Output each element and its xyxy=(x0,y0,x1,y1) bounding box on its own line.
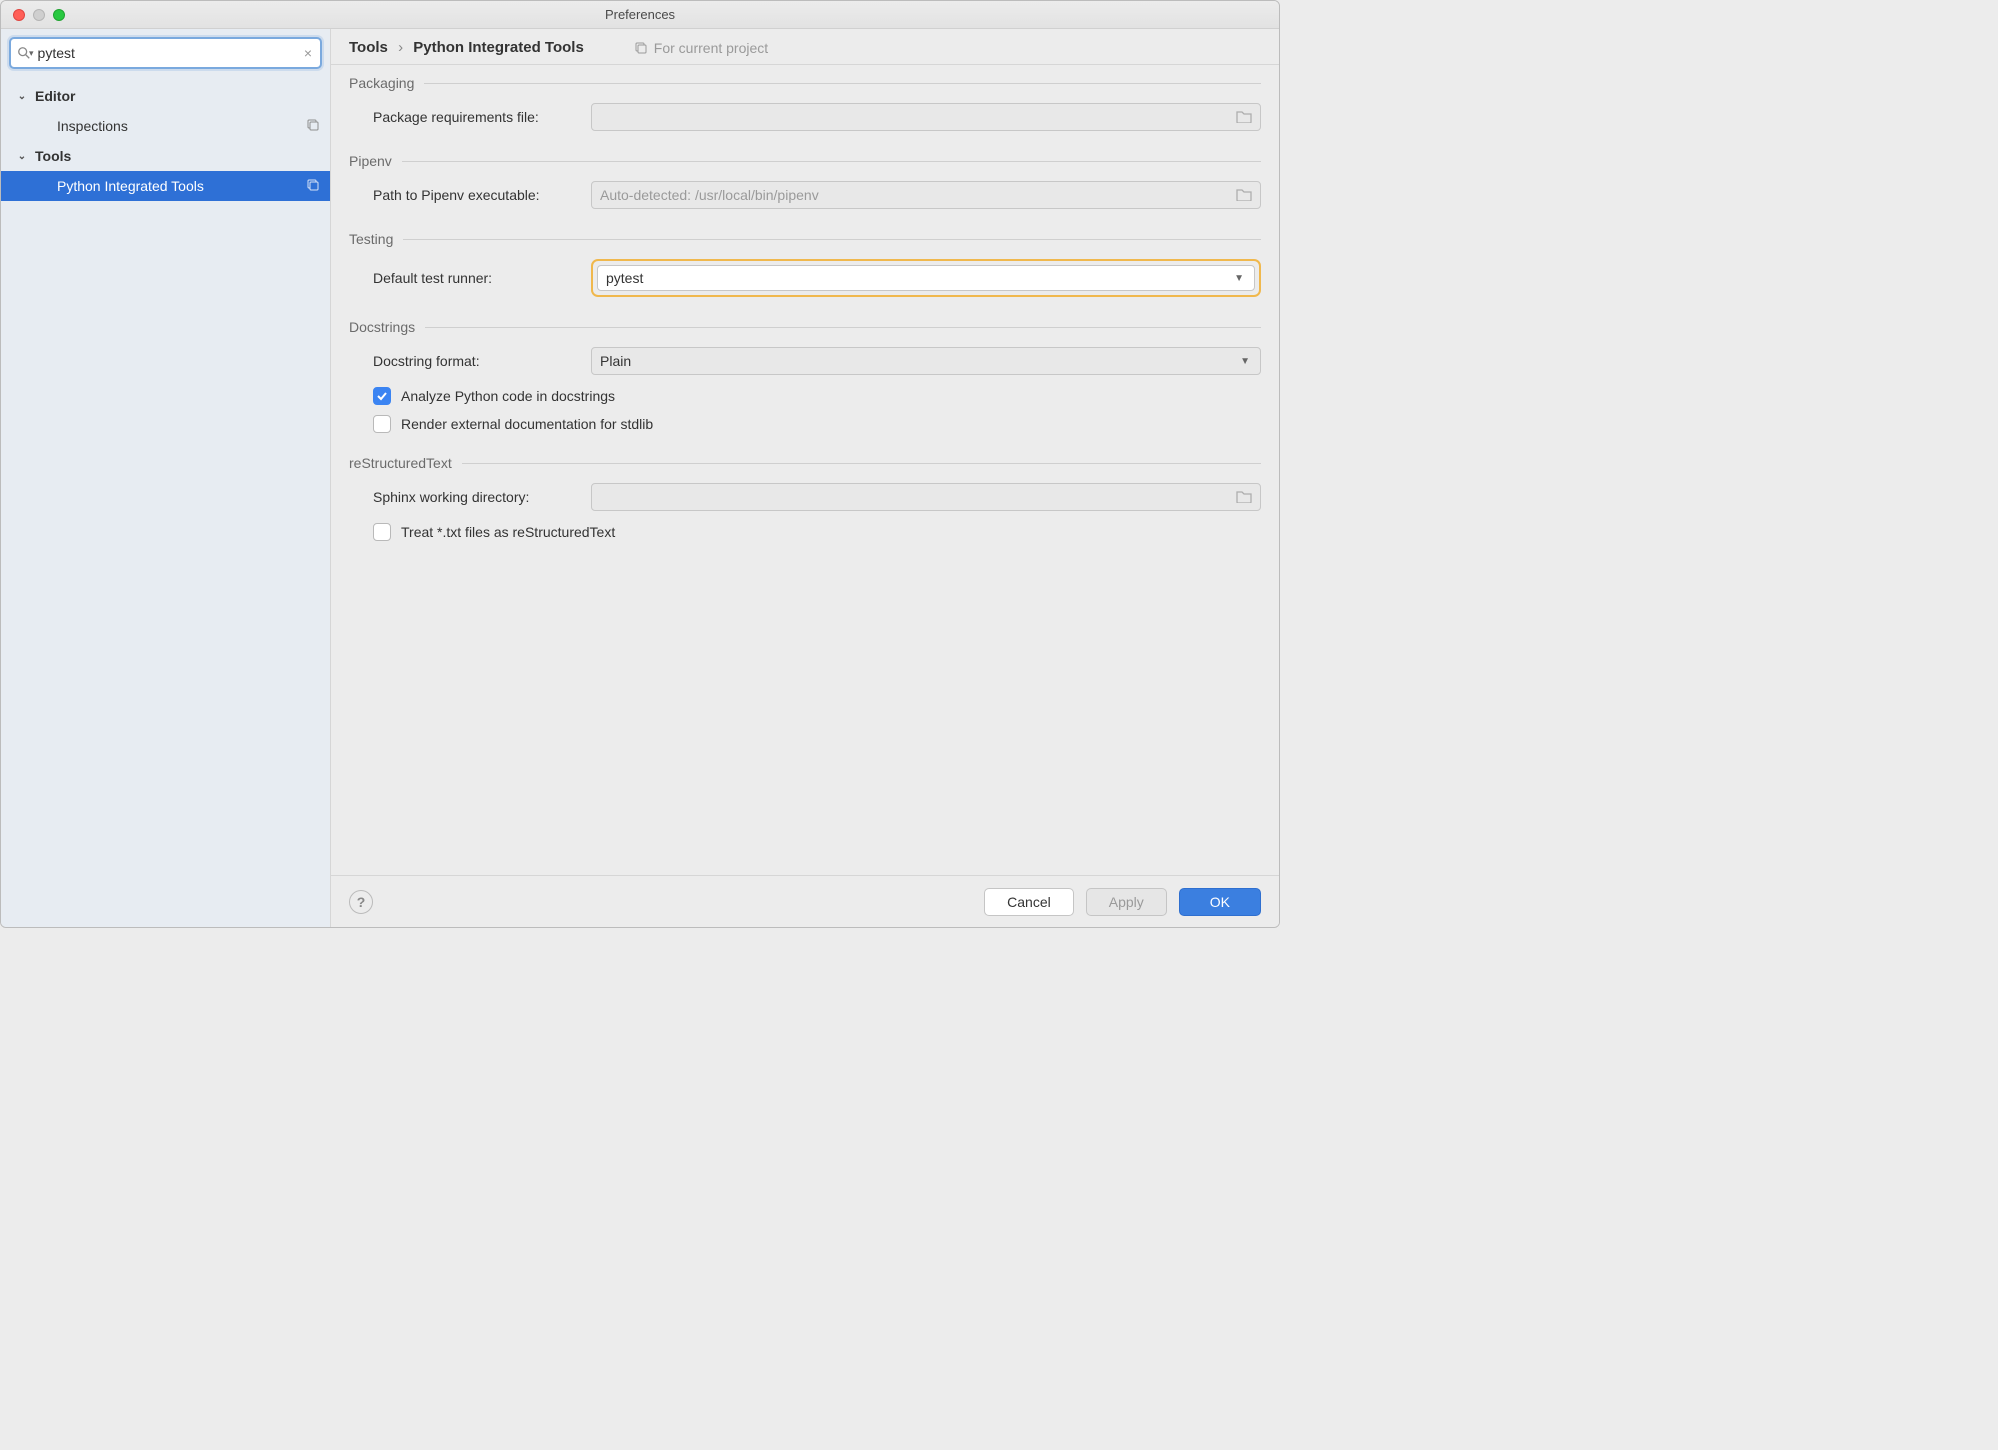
cancel-button[interactable]: Cancel xyxy=(984,888,1074,916)
tree-node-tools[interactable]: ⌄ Tools xyxy=(1,141,330,171)
section-testing: Testing Default test runner: pytest ▼ xyxy=(349,231,1261,297)
breadcrumb-leaf: Python Integrated Tools xyxy=(413,39,584,56)
minimize-window-button[interactable] xyxy=(33,9,45,21)
tree-label: Editor xyxy=(35,88,75,104)
header: Tools › Python Integrated Tools For curr… xyxy=(331,29,1279,65)
section-packaging: Packaging Package requirements file: xyxy=(349,75,1261,131)
copy-icon xyxy=(306,118,320,135)
treat-txt-as-rst-label: Treat *.txt files as reStructuredText xyxy=(401,524,615,540)
main-panel: Tools › Python Integrated Tools For curr… xyxy=(331,29,1279,927)
copy-icon xyxy=(306,178,320,195)
settings-sections: Packaging Package requirements file: Pip… xyxy=(331,65,1279,875)
section-title-text: reStructuredText xyxy=(349,455,452,471)
clear-search-icon[interactable]: × xyxy=(302,45,314,61)
footer: ? Cancel Apply OK xyxy=(331,875,1279,927)
highlighted-setting: pytest ▼ xyxy=(591,259,1261,297)
settings-tree: ⌄ Editor Inspections ⌄ Tools Python Inte… xyxy=(1,77,330,201)
test-runner-select[interactable]: pytest ▼ xyxy=(597,265,1255,291)
chevron-down-icon: ⌄ xyxy=(15,91,29,102)
package-requirements-input[interactable] xyxy=(600,109,1236,125)
preferences-window: Preferences ▾ × ⌄ Editor Inspections xyxy=(0,0,1280,928)
scope-indicator: For current project xyxy=(634,40,768,56)
tree-node-python-integrated-tools[interactable]: Python Integrated Tools xyxy=(1,171,330,201)
window-controls xyxy=(13,9,65,21)
sidebar: ▾ × ⌄ Editor Inspections ⌄ xyxy=(1,29,331,927)
zoom-window-button[interactable] xyxy=(53,9,65,21)
sphinx-dir-field[interactable] xyxy=(591,483,1261,511)
project-scope-icon xyxy=(634,41,648,55)
docstring-format-label: Docstring format: xyxy=(373,353,577,369)
section-pipenv: Pipenv Path to Pipenv executable: xyxy=(349,153,1261,209)
sphinx-dir-label: Sphinx working directory: xyxy=(373,489,577,505)
tree-node-inspections[interactable]: Inspections xyxy=(1,111,330,141)
analyze-docstrings-checkbox[interactable] xyxy=(373,387,391,405)
select-value: pytest xyxy=(606,270,643,286)
apply-button[interactable]: Apply xyxy=(1086,888,1167,916)
window-title: Preferences xyxy=(605,7,675,22)
browse-folder-icon[interactable] xyxy=(1236,109,1252,126)
package-requirements-field[interactable] xyxy=(591,103,1261,131)
tree-label: Python Integrated Tools xyxy=(57,178,204,194)
select-value: Plain xyxy=(600,353,631,369)
test-runner-label: Default test runner: xyxy=(373,270,577,286)
breadcrumb: Tools › Python Integrated Tools xyxy=(349,39,584,56)
render-stdlib-label: Render external documentation for stdlib xyxy=(401,416,653,432)
tree-label: Inspections xyxy=(57,118,128,134)
render-stdlib-checkbox[interactable] xyxy=(373,415,391,433)
search-box[interactable]: ▾ × xyxy=(9,37,322,69)
pipenv-path-input[interactable] xyxy=(600,187,1236,203)
section-title-text: Pipenv xyxy=(349,153,392,169)
section-title-text: Docstrings xyxy=(349,319,415,335)
section-restructured-text: reStructuredText Sphinx working director… xyxy=(349,455,1261,541)
chevron-down-icon: ▼ xyxy=(1240,356,1250,367)
pipenv-path-field[interactable] xyxy=(591,181,1261,209)
docstring-format-select[interactable]: Plain ▼ xyxy=(591,347,1261,375)
pipenv-path-label: Path to Pipenv executable: xyxy=(373,187,577,203)
browse-folder-icon[interactable] xyxy=(1236,489,1252,506)
titlebar: Preferences xyxy=(1,1,1279,29)
scope-label: For current project xyxy=(654,40,768,56)
sphinx-dir-input[interactable] xyxy=(600,489,1236,505)
section-title-text: Testing xyxy=(349,231,393,247)
treat-txt-as-rst-checkbox[interactable] xyxy=(373,523,391,541)
breadcrumb-root[interactable]: Tools xyxy=(349,39,388,56)
help-button[interactable]: ? xyxy=(349,890,373,914)
chevron-down-icon: ⌄ xyxy=(15,151,29,162)
search-input[interactable] xyxy=(38,45,302,61)
breadcrumb-separator: › xyxy=(398,39,403,56)
analyze-docstrings-label: Analyze Python code in docstrings xyxy=(401,388,615,404)
package-requirements-label: Package requirements file: xyxy=(373,109,577,125)
tree-node-editor[interactable]: ⌄ Editor xyxy=(1,81,330,111)
section-docstrings: Docstrings Docstring format: Plain ▼ Ana… xyxy=(349,319,1261,433)
section-title-text: Packaging xyxy=(349,75,414,91)
browse-folder-icon[interactable] xyxy=(1236,187,1252,204)
search-dropdown-icon[interactable]: ▾ xyxy=(29,48,34,59)
ok-button[interactable]: OK xyxy=(1179,888,1261,916)
content-area: ▾ × ⌄ Editor Inspections ⌄ xyxy=(1,29,1279,927)
close-window-button[interactable] xyxy=(13,9,25,21)
tree-label: Tools xyxy=(35,148,71,164)
chevron-down-icon: ▼ xyxy=(1234,273,1244,284)
